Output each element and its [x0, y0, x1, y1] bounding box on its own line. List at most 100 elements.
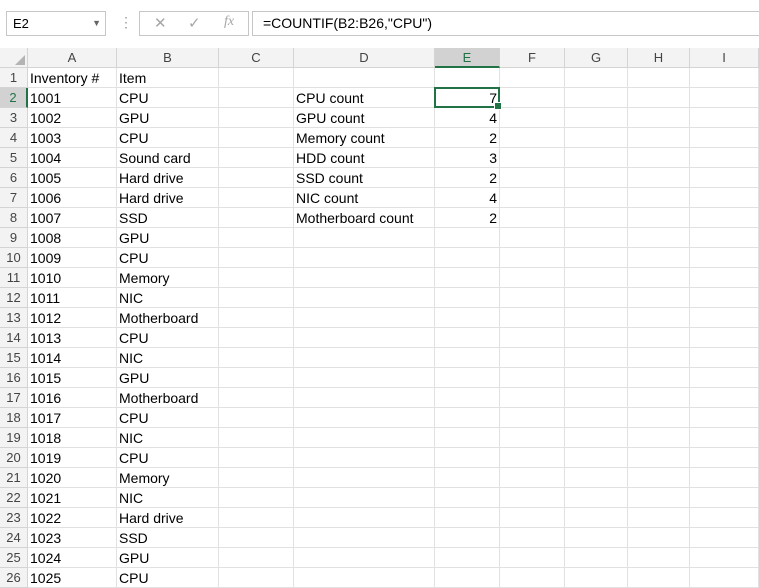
cell-e17[interactable] — [435, 388, 500, 408]
cell-f22[interactable] — [500, 488, 565, 508]
cell-c5[interactable] — [219, 148, 294, 168]
cell-g5[interactable] — [565, 148, 628, 168]
cell-i26[interactable] — [690, 568, 759, 588]
cell-c24[interactable] — [219, 528, 294, 548]
cell-g25[interactable] — [565, 548, 628, 568]
cell-a19[interactable]: 1018 — [28, 428, 117, 448]
row-header-15[interactable]: 15 — [0, 348, 28, 368]
cell-g2[interactable] — [565, 88, 628, 108]
cell-g21[interactable] — [565, 468, 628, 488]
name-box-dropdown-icon[interactable]: ▼ — [92, 12, 101, 35]
cell-c25[interactable] — [219, 548, 294, 568]
cell-h15[interactable] — [628, 348, 690, 368]
row-header-23[interactable]: 23 — [0, 508, 28, 528]
cell-e6[interactable]: 2 — [435, 168, 500, 188]
cell-c21[interactable] — [219, 468, 294, 488]
cell-b2[interactable]: CPU — [117, 88, 219, 108]
cell-g7[interactable] — [565, 188, 628, 208]
cell-h21[interactable] — [628, 468, 690, 488]
cell-b21[interactable]: Memory — [117, 468, 219, 488]
enter-icon[interactable]: ✓ — [188, 14, 201, 32]
cell-d8[interactable]: Motherboard count — [294, 208, 435, 228]
cell-g17[interactable] — [565, 388, 628, 408]
cell-d6[interactable]: SSD count — [294, 168, 435, 188]
cell-h12[interactable] — [628, 288, 690, 308]
cell-i24[interactable] — [690, 528, 759, 548]
cell-i21[interactable] — [690, 468, 759, 488]
cell-c13[interactable] — [219, 308, 294, 328]
cell-a15[interactable]: 1014 — [28, 348, 117, 368]
cell-e12[interactable] — [435, 288, 500, 308]
cell-i3[interactable] — [690, 108, 759, 128]
cell-i14[interactable] — [690, 328, 759, 348]
cell-f18[interactable] — [500, 408, 565, 428]
cell-i9[interactable] — [690, 228, 759, 248]
cell-e7[interactable]: 4 — [435, 188, 500, 208]
cell-e25[interactable] — [435, 548, 500, 568]
column-header-b[interactable]: B — [117, 48, 219, 68]
cell-h20[interactable] — [628, 448, 690, 468]
cell-i12[interactable] — [690, 288, 759, 308]
cell-i1[interactable] — [690, 68, 759, 88]
cell-i11[interactable] — [690, 268, 759, 288]
cell-b10[interactable]: CPU — [117, 248, 219, 268]
cell-h10[interactable] — [628, 248, 690, 268]
cell-b14[interactable]: CPU — [117, 328, 219, 348]
row-header-17[interactable]: 17 — [0, 388, 28, 408]
cell-f5[interactable] — [500, 148, 565, 168]
cell-c18[interactable] — [219, 408, 294, 428]
row-header-21[interactable]: 21 — [0, 468, 28, 488]
row-header-6[interactable]: 6 — [0, 168, 28, 188]
row-header-14[interactable]: 14 — [0, 328, 28, 348]
cell-i25[interactable] — [690, 548, 759, 568]
cell-g4[interactable] — [565, 128, 628, 148]
column-header-f[interactable]: F — [500, 48, 565, 68]
cell-d17[interactable] — [294, 388, 435, 408]
cell-h16[interactable] — [628, 368, 690, 388]
cell-e14[interactable] — [435, 328, 500, 348]
cell-h26[interactable] — [628, 568, 690, 588]
cell-b8[interactable]: SSD — [117, 208, 219, 228]
cell-e26[interactable] — [435, 568, 500, 588]
cell-h1[interactable] — [628, 68, 690, 88]
column-header-e[interactable]: E — [435, 48, 500, 68]
cell-a8[interactable]: 1007 — [28, 208, 117, 228]
cell-b3[interactable]: GPU — [117, 108, 219, 128]
cell-a17[interactable]: 1016 — [28, 388, 117, 408]
cell-c20[interactable] — [219, 448, 294, 468]
cell-i10[interactable] — [690, 248, 759, 268]
cell-d21[interactable] — [294, 468, 435, 488]
cell-a14[interactable]: 1013 — [28, 328, 117, 348]
cell-d16[interactable] — [294, 368, 435, 388]
cell-c26[interactable] — [219, 568, 294, 588]
cell-a12[interactable]: 1011 — [28, 288, 117, 308]
cell-c22[interactable] — [219, 488, 294, 508]
cell-b12[interactable]: NIC — [117, 288, 219, 308]
row-header-5[interactable]: 5 — [0, 148, 28, 168]
cell-h9[interactable] — [628, 228, 690, 248]
cell-d23[interactable] — [294, 508, 435, 528]
cell-h19[interactable] — [628, 428, 690, 448]
row-header-12[interactable]: 12 — [0, 288, 28, 308]
cell-h8[interactable] — [628, 208, 690, 228]
cell-f14[interactable] — [500, 328, 565, 348]
cell-i2[interactable] — [690, 88, 759, 108]
formula-input[interactable]: =COUNTIF(B2:B26,"CPU") — [252, 11, 759, 36]
cell-a11[interactable]: 1010 — [28, 268, 117, 288]
cell-c6[interactable] — [219, 168, 294, 188]
cell-a22[interactable]: 1021 — [28, 488, 117, 508]
cell-c23[interactable] — [219, 508, 294, 528]
cell-h4[interactable] — [628, 128, 690, 148]
cell-g26[interactable] — [565, 568, 628, 588]
cell-g14[interactable] — [565, 328, 628, 348]
cell-h7[interactable] — [628, 188, 690, 208]
row-header-19[interactable]: 19 — [0, 428, 28, 448]
cell-c15[interactable] — [219, 348, 294, 368]
cell-d26[interactable] — [294, 568, 435, 588]
cell-g1[interactable] — [565, 68, 628, 88]
cell-i13[interactable] — [690, 308, 759, 328]
cell-h3[interactable] — [628, 108, 690, 128]
cell-e8[interactable]: 2 — [435, 208, 500, 228]
cell-b13[interactable]: Motherboard — [117, 308, 219, 328]
column-header-g[interactable]: G — [565, 48, 628, 68]
